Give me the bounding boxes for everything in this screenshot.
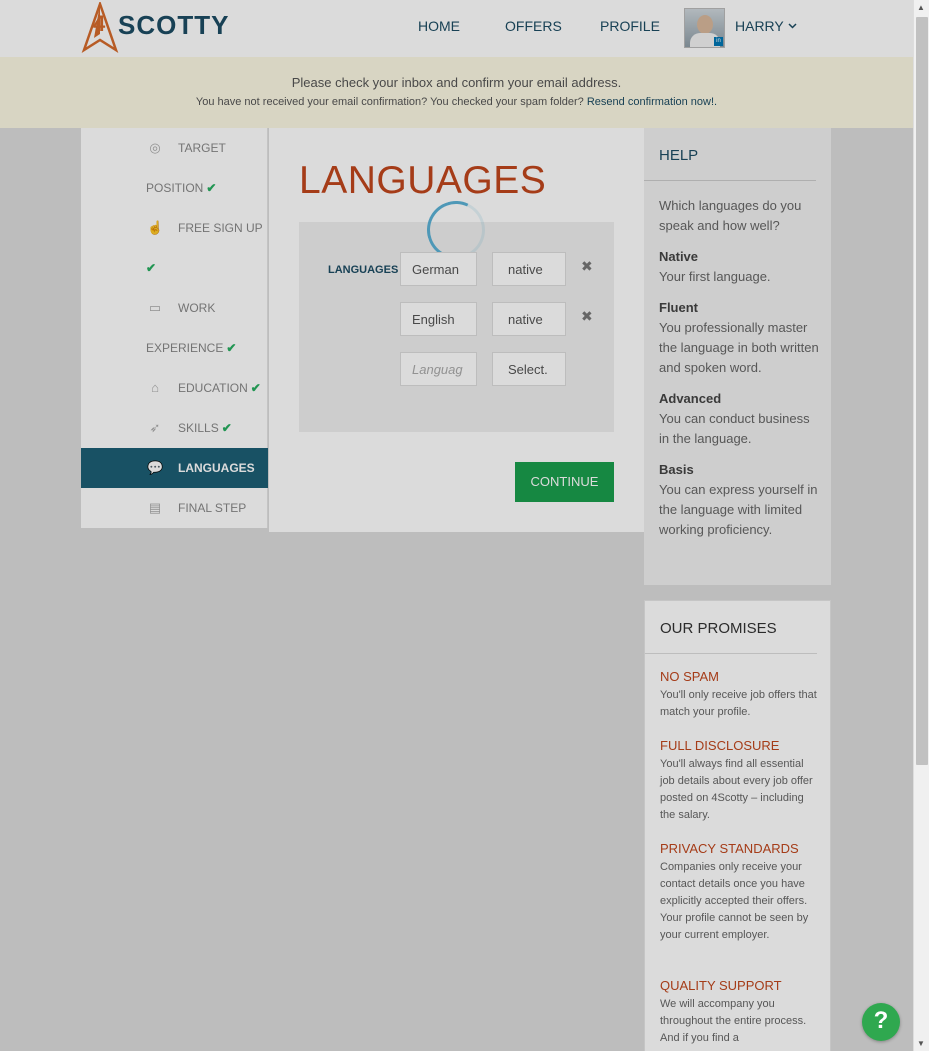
help-panel: HELP Which languages do you speak and ho… [644,128,831,585]
remove-icon[interactable]: ✖ [581,308,593,325]
check-icon: ✔ [146,261,157,275]
notice-text: You have not received your email confirm… [195,96,718,108]
check-icon: ✔ [226,341,237,355]
step-final[interactable]: FINAL STEP [178,501,246,515]
check-icon: ✔ [206,181,217,195]
logo-digit: 4 [93,11,106,36]
scrollbar-thumb[interactable] [916,17,928,765]
promises-panel: OUR PROMISES NO SPAM You'll only receive… [644,600,831,1051]
help-desc: Your first language. [659,269,771,284]
site-header: 4 SCOTTY HOME OFFERS PROFILE in HARRY [0,0,913,57]
help-desc: You professionally master the language i… [659,320,819,375]
step-work-cont[interactable]: EXPERIENCE ✔ [146,341,236,355]
resend-confirmation-link[interactable]: Resend confirmation now!. [587,96,717,108]
chevron-down-icon [788,23,797,29]
help-term: Basis [659,462,694,477]
linkedin-icon: in [714,37,723,46]
check-icon: ✔ [250,381,261,395]
new-language-input[interactable]: Languag [400,352,477,386]
step-free-sign-up[interactable]: FREE SIGN UP [178,221,263,235]
nav-offers[interactable]: OFFERS [505,18,562,34]
user-menu[interactable]: HARRY [735,18,797,34]
help-desc: You can express yourself in the language… [659,482,818,537]
scroll-down-icon[interactable]: ▼ [917,1039,925,1048]
user-name: HARRY [735,18,784,34]
check-icon: ✔ [221,421,232,435]
speech-bubbles-icon: 💬 [147,460,164,475]
avatar[interactable]: in [684,8,725,48]
promise-item: NO SPAM You'll only receive job offers t… [660,669,817,718]
signup-icon: ☝ [147,220,164,235]
remove-icon[interactable]: ✖ [581,258,593,275]
step-languages-label: LANGUAGES [178,461,255,475]
step-languages-active[interactable]: 💬 LANGUAGES [81,448,268,488]
language-input[interactable]: German [400,252,477,286]
help-term: Fluent [659,300,698,315]
language-input[interactable]: English [400,302,477,336]
step-education[interactable]: EDUCATION ✔ [178,381,261,395]
page-title: LANGUAGES [299,159,547,202]
target-icon: ◎ [149,140,161,155]
help-term: Native [659,249,699,264]
briefcase-icon: ▭ [148,300,162,315]
nav-home[interactable]: HOME [418,18,460,34]
promises-title: OUR PROMISES [660,620,777,637]
help-term: Advanced [659,391,722,406]
main-content: LANGUAGES LANGUAGES German native ✖ Engl… [269,128,644,532]
promise-item: QUALITY SUPPORT We will accompany you th… [660,978,807,1044]
email-confirmation-notice: Please check your inbox and confirm your… [0,57,913,128]
promise-item: PRIVACY STANDARDS Companies only receive… [660,841,809,941]
step-target[interactable]: TARGET [178,141,226,155]
step-skills[interactable]: SKILLS ✔ [178,421,232,435]
notice-title: Please check your inbox and confirm your… [291,75,622,90]
scroll-up-icon[interactable]: ▲ [917,3,925,12]
step-signup-check: ✔ [146,261,156,275]
help-body: Which languages do you speak and how wel… [659,196,819,540]
new-level-select[interactable]: Select. [492,352,566,386]
level-select[interactable]: native [492,302,566,336]
logo-text: SCOTTY [118,10,230,40]
step-target-cont[interactable]: POSITION ✔ [146,181,216,195]
step-work[interactable]: WORK [178,301,215,315]
id-card-icon: ▤ [148,500,162,515]
level-select[interactable]: native [492,252,566,286]
help-intro: Which languages do you speak and how wel… [659,198,802,233]
help-chat-button[interactable]: ? [862,1003,900,1041]
scrollbar[interactable]: ▲ ▼ [913,0,929,1051]
help-desc: You can conduct business in the language… [659,411,810,446]
promise-item: FULL DISCLOSURE You'll always find all e… [660,738,813,821]
logo[interactable]: 4 SCOTTY [80,2,230,54]
languages-panel: LANGUAGES German native ✖ English native… [299,192,614,432]
help-title: HELP [659,147,699,164]
graduation-cap-icon: ⌂ [151,380,159,395]
continue-button[interactable]: CONTINUE [515,462,614,502]
languages-label: LANGUAGES [328,264,399,276]
rocket-icon: ➶ [149,420,161,435]
nav-profile[interactable]: PROFILE [600,18,660,34]
step-navigation: ◎ TARGET POSITION ✔ ☝ FREE SIGN UP ✔ ▭ WO… [81,128,268,528]
